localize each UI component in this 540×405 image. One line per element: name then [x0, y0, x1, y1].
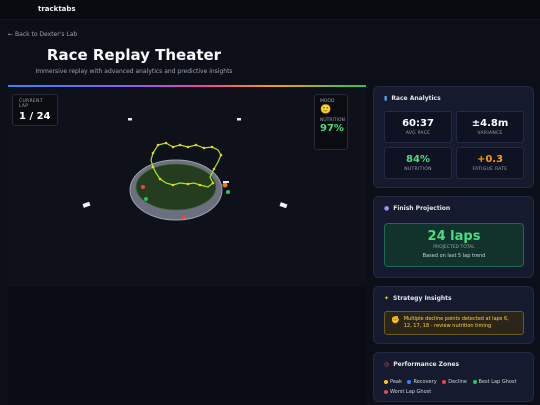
- runner-marker[interactable]: [182, 215, 186, 219]
- crystal-ball-icon: ●: [384, 205, 390, 212]
- race-analytics-panel: ▮ Race Analytics 60:37 AVG PACE ±4.8m VAR…: [373, 86, 534, 188]
- legend-dot: [384, 389, 388, 394]
- insight-text: Multiple decline points detected at laps…: [403, 316, 509, 329]
- nutrition-value: 97%: [320, 123, 344, 134]
- top-bar: tracktabs: [0, 0, 540, 20]
- arrow-left-icon: ←: [8, 31, 14, 38]
- legend-dot: [472, 379, 477, 384]
- page-subtitle: Immersive replay with advanced analytics…: [35, 68, 233, 75]
- stadium-light: [279, 202, 288, 209]
- legend-item-recovery: Recovery: [407, 377, 437, 387]
- lightbulb-icon: ✦: [384, 295, 390, 302]
- current-lap-value: 1 / 24: [19, 111, 51, 122]
- stat-value: 84%: [406, 154, 430, 165]
- legend-dot: [407, 379, 412, 384]
- current-lap-label: CURRENT LAP: [19, 99, 43, 109]
- legend-item-best-lap-ghost: Best Lap Ghost: [472, 377, 517, 387]
- legend-item-decline: Decline: [442, 377, 467, 387]
- legend-item-peak: Peak: [384, 377, 402, 387]
- legend-label: Best Lap Ghost: [478, 379, 517, 385]
- zones-legend: Peak Recovery Decline Best Lap Ghost Wor…: [384, 377, 529, 397]
- stadium-light: [128, 118, 132, 121]
- legend-dot: [384, 379, 388, 384]
- back-link-label: Back to Dexter's Lab: [15, 31, 78, 38]
- projection-card: 24 laps PROJECTED TOTAL Based on last 5 …: [384, 223, 524, 267]
- flexed-arm-icon: ✊: [391, 316, 400, 324]
- stat-card-avg-pace: 60:37 AVG PACE: [384, 111, 452, 143]
- strategy-insights-panel: ✦ Strategy Insights ✊ Multiple decline po…: [373, 286, 534, 344]
- stadium-light: [237, 118, 241, 121]
- performance-zones-panel: ◎ Performance Zones Peak Recovery Decline…: [373, 352, 534, 402]
- brand-logo[interactable]: tracktabs: [38, 5, 76, 13]
- stadium-light: [82, 201, 91, 208]
- stat-label: FATIGUE RATE: [472, 167, 508, 172]
- runner-marker[interactable]: [141, 185, 145, 189]
- stat-value: +0.3: [476, 154, 504, 165]
- performance-zones-title: Performance Zones: [393, 361, 460, 368]
- stat-card-nutrition: 84% NUTRITION: [384, 147, 452, 179]
- stat-card-fatigue-rate: +0.3 FATIGUE RATE: [456, 147, 524, 179]
- bar-chart-icon: ▮: [384, 95, 388, 102]
- stat-label: NUTRITION: [404, 167, 432, 172]
- stat-card-variance: ±4.8m VARIANCE: [456, 111, 524, 143]
- legend-dot: [442, 379, 447, 384]
- theater-floor: [8, 287, 366, 405]
- mood-card: MOOD 🙂 NUTRITION 97%: [314, 94, 348, 150]
- stat-label: VARIANCE: [477, 131, 503, 136]
- stat-value: ±4.8m: [471, 118, 509, 129]
- runner-marker[interactable]: [144, 197, 148, 201]
- projection-value: 24 laps: [427, 229, 481, 244]
- current-lap-card: CURRENT LAP 1 / 24: [12, 94, 58, 126]
- strategy-insights-title: Strategy Insights: [393, 295, 452, 302]
- legend-label: Peak: [390, 379, 402, 385]
- legend-label: Worst Lap Ghost: [390, 389, 432, 395]
- stat-label: AVG PACE: [405, 131, 431, 136]
- stat-value: 60:37: [402, 118, 434, 129]
- track-scene[interactable]: [8, 87, 366, 287]
- race-analytics-title: Race Analytics: [391, 95, 441, 102]
- current-runner-marker[interactable]: [222, 182, 228, 188]
- page-title: Race Replay Theater: [46, 46, 222, 64]
- finish-projection-panel: ● Finish Projection 24 laps PROJECTED TOT…: [373, 196, 534, 278]
- legend-label: Recovery: [413, 379, 437, 385]
- finish-line: [223, 181, 229, 183]
- mood-label: MOOD: [320, 99, 335, 104]
- legend-item-worst-lap-ghost: Worst Lap Ghost: [384, 387, 431, 397]
- back-link[interactable]: ← Back to Dexter's Lab: [8, 31, 77, 38]
- runner-marker[interactable]: [226, 190, 230, 194]
- infield-grass: [135, 163, 217, 211]
- projection-label: PROJECTED TOTAL: [433, 245, 475, 250]
- smiley-icon: 🙂: [320, 105, 332, 115]
- finish-projection-title: Finish Projection: [393, 205, 451, 212]
- target-icon: ◎: [384, 361, 390, 368]
- projection-note: Based on last 5 lap trend: [422, 253, 486, 259]
- insight-card: ✊ Multiple decline points detected at la…: [384, 311, 524, 335]
- legend-label: Decline: [448, 379, 467, 385]
